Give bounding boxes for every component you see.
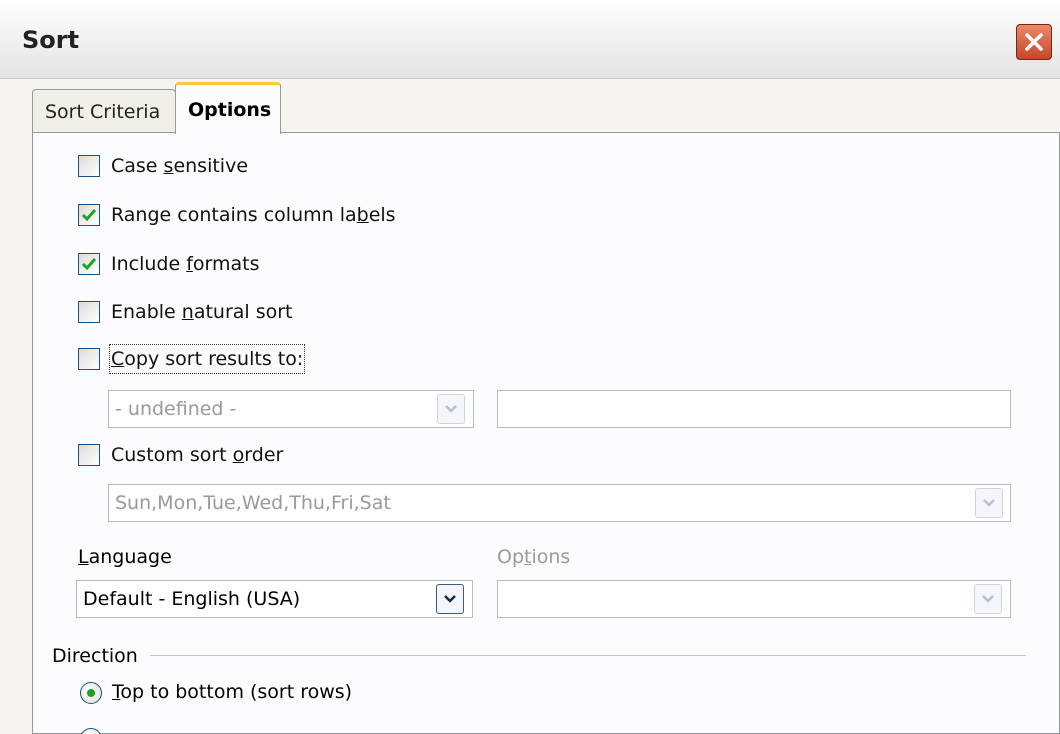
top-to-bottom-radio[interactable] <box>80 682 102 704</box>
custom-order-label: Custom sort order <box>111 444 284 466</box>
dialog-title: Sort <box>22 26 80 54</box>
custom-order-checkbox[interactable] <box>78 444 100 466</box>
lang-options-select[interactable] <box>497 580 1011 618</box>
include-formats-checkbox[interactable] <box>78 253 100 275</box>
chevron-down-icon <box>983 499 995 507</box>
language-select[interactable]: Default - English (USA) <box>76 580 473 618</box>
case-sensitive-checkbox[interactable] <box>78 155 100 177</box>
close-button[interactable] <box>1016 24 1052 60</box>
copy-target-value: - undefined - <box>115 398 237 420</box>
chevron-down-icon <box>444 595 456 603</box>
range-labels-label: Range contains column labels <box>111 204 396 226</box>
direction-label: Direction <box>52 645 138 667</box>
radio-selected-dot <box>87 689 95 697</box>
tab-sort-criteria[interactable]: Sort Criteria <box>32 89 176 133</box>
natural-sort-label: Enable natural sort <box>111 301 293 323</box>
custom-order-select[interactable]: Sun,Mon,Tue,Wed,Thu,Fri,Sat <box>108 484 1011 522</box>
custom-order-dropdown-button[interactable] <box>975 488 1003 518</box>
tab-options[interactable]: Options <box>175 82 281 134</box>
lang-options-dropdown-button[interactable] <box>974 584 1002 614</box>
direction-separator <box>150 655 1026 656</box>
copy-target-input[interactable] <box>497 390 1011 428</box>
chevron-down-icon <box>445 405 457 413</box>
copy-results-label: Copy sort results to: <box>108 344 306 374</box>
include-formats-label: Include formats <box>111 253 260 275</box>
copy-target-select[interactable]: - undefined - <box>108 390 474 428</box>
copy-target-dropdown-button[interactable] <box>437 394 465 424</box>
range-labels-checkbox[interactable] <box>78 204 100 226</box>
close-icon <box>1025 33 1043 51</box>
natural-sort-checkbox[interactable] <box>78 301 100 323</box>
top-to-bottom-label[interactable]: Top to bottom (sort rows) <box>112 679 352 705</box>
chevron-down-icon <box>982 595 994 603</box>
sort-dialog: Sort Sort Criteria Options Case sensitiv… <box>0 0 1060 734</box>
language-dropdown-button[interactable] <box>436 584 464 614</box>
title-bar[interactable]: Sort <box>0 0 1060 79</box>
custom-order-value: Sun,Mon,Tue,Wed,Thu,Fri,Sat <box>115 492 391 514</box>
checkmark-icon <box>81 209 97 222</box>
checkmark-icon <box>81 258 97 271</box>
language-label: Language <box>78 546 172 568</box>
language-value: Default - English (USA) <box>83 588 301 610</box>
copy-results-checkbox[interactable] <box>78 348 100 370</box>
case-sensitive-label: Case sensitive <box>111 155 249 177</box>
lang-options-label: Options <box>497 546 571 568</box>
